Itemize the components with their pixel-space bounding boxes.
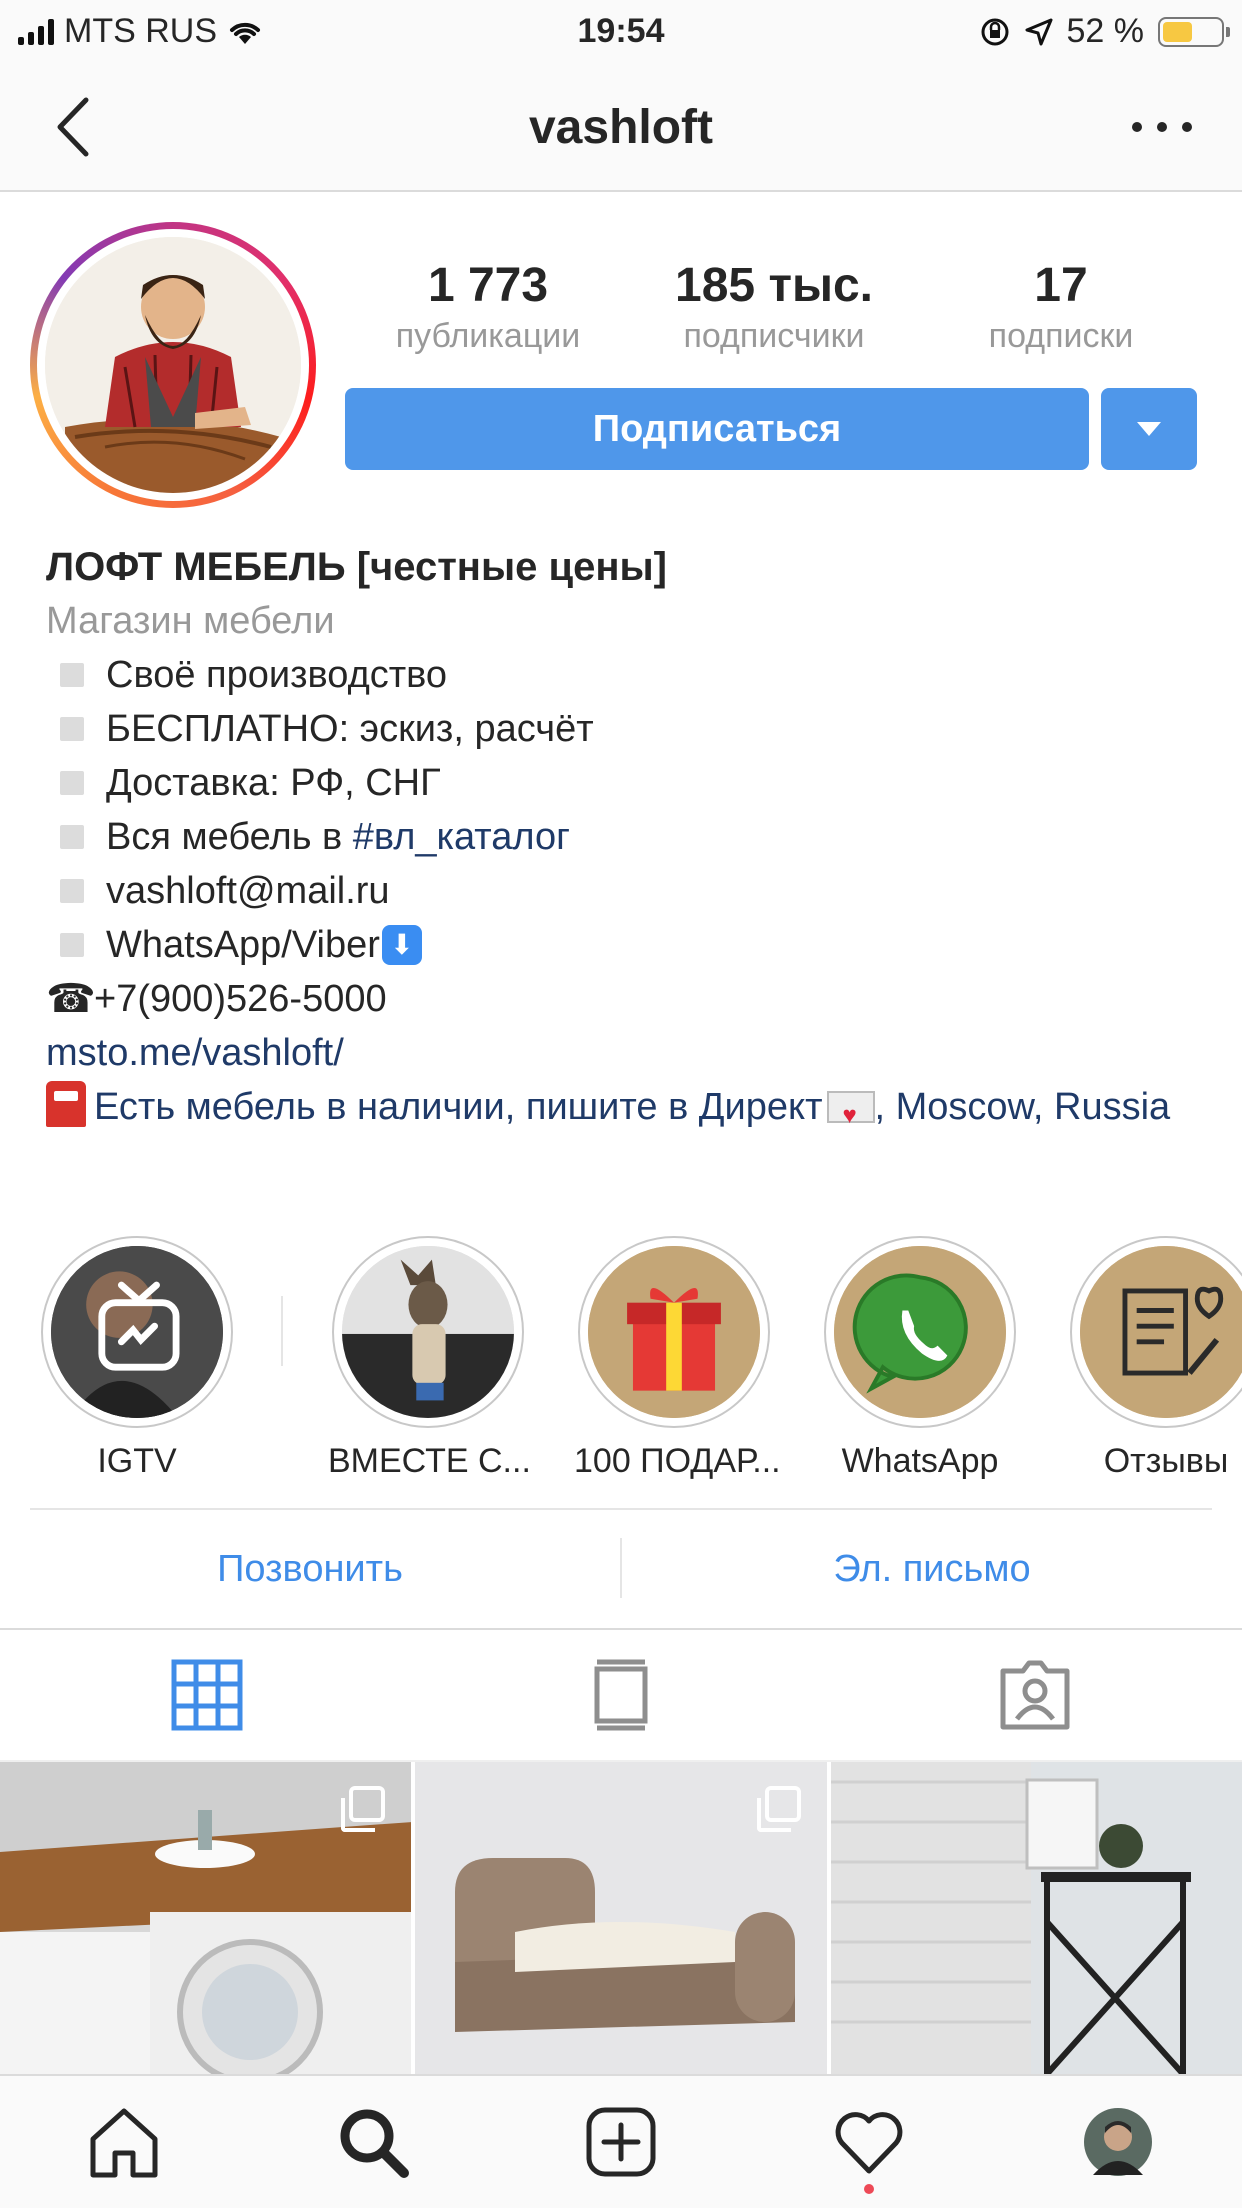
- followers-count: 185 тыс.: [675, 259, 873, 312]
- bio-text: WhatsApp/Viber: [106, 924, 380, 966]
- status-right: 52 %: [979, 12, 1230, 51]
- profile-bio: ЛОФТ МЕБЕЛЬ [честные цены] Магазин мебел…: [46, 540, 1216, 1143]
- add-post-icon: [586, 2107, 656, 2177]
- bio-line: ☎ +7(900)526-5000: [46, 972, 1216, 1026]
- bio-text: Вся мебель в: [106, 816, 353, 858]
- highlight-whatsapp[interactable]: WhatsApp: [820, 1236, 1020, 1481]
- location-text: Есть мебель в наличии, пишите в Директ: [94, 1086, 823, 1128]
- followers-label: подписчики: [683, 317, 865, 355]
- contact-buttons: Позвонить Эл. письмо: [0, 1510, 1242, 1628]
- whatsapp-icon: [834, 1246, 1006, 1418]
- stat-following[interactable]: 17 подписки: [917, 258, 1205, 356]
- tagged-icon: [1000, 1660, 1070, 1730]
- feed-icon: [594, 1659, 648, 1731]
- post-thumbnail[interactable]: [0, 1762, 412, 2074]
- post-thumbnail[interactable]: [830, 1762, 1242, 2074]
- highlight-reviews[interactable]: Отзывы: [1066, 1236, 1242, 1481]
- status-bar: MTS RUS 19:54 52 %: [0, 0, 1242, 62]
- location-arrow-icon: [1025, 18, 1052, 45]
- profile-stats: 1 773 публикации 185 тыс. подписчики 17 …: [345, 258, 1205, 356]
- email-button[interactable]: Эл. письмо: [622, 1510, 1242, 1628]
- following-count: 17: [1034, 259, 1088, 312]
- profile-avatar-ring[interactable]: [30, 222, 316, 508]
- phone-icon: ☎: [46, 977, 96, 1021]
- location-city: , Moscow, Russia: [874, 1086, 1171, 1128]
- bio-line: БЕСПЛАТНО: эскиз, расчёт: [46, 702, 1216, 756]
- nav-add-post[interactable]: [497, 2076, 745, 2208]
- grid-icon: [171, 1659, 243, 1731]
- highlight-igtv[interactable]: IGTV: [37, 1236, 237, 1481]
- profile-tabs: [0, 1628, 1242, 1762]
- display-name: ЛОФТ МЕБЕЛЬ [честные цены]: [46, 545, 667, 589]
- highlight-label: 100 ПОДАР...: [574, 1442, 781, 1480]
- location-link[interactable]: Есть мебель в наличии, пишите в Директ , …: [46, 1080, 1216, 1143]
- highlight-label: ВМЕСТЕ С...: [328, 1442, 531, 1480]
- home-icon: [90, 2108, 158, 2178]
- highlight-label: Отзывы: [1103, 1442, 1229, 1480]
- nav-search[interactable]: [248, 2076, 496, 2208]
- nav-activity[interactable]: [745, 2076, 993, 2208]
- category-label: Магазин мебели: [46, 600, 335, 642]
- profile-avatar: [45, 237, 301, 493]
- activity-heart-icon: [836, 2112, 903, 2174]
- search-icon: [340, 2109, 409, 2178]
- post-grid: [0, 1762, 1242, 2074]
- bio-email-text: vashloft@mail.ru: [106, 870, 390, 912]
- rotation-lock-icon: [981, 18, 1008, 45]
- highlight-gifts[interactable]: 100 ПОДАР...: [574, 1236, 781, 1481]
- stat-followers[interactable]: 185 тыс. подписчики: [631, 258, 917, 356]
- bio-line: vashloft@mail.ru: [46, 864, 1216, 918]
- tab-feed[interactable]: [414, 1630, 828, 1760]
- highlight-together[interactable]: ВМЕСТЕ С...: [328, 1236, 531, 1481]
- website-link[interactable]: msto.me/vashloft/: [46, 1026, 1216, 1080]
- bio-line: WhatsApp/Viber ⬇: [46, 918, 1216, 972]
- posts-label: публикации: [395, 317, 581, 355]
- console-table-photo: [830, 1762, 1242, 2074]
- story-highlights: IGTV ВМЕСТЕ С... 100 ПОДАР... WhatsApp О…: [0, 1236, 1242, 1480]
- multiple-photos-icon: [341, 1786, 386, 1832]
- profile-header: vashloft: [0, 62, 1242, 192]
- posts-count: 1 773: [427, 259, 549, 312]
- profile-avatar: [1083, 2108, 1152, 2176]
- bio-text: БЕСПЛАТНО: эскиз, расчёт: [106, 708, 594, 750]
- call-button[interactable]: Позвонить: [0, 1510, 620, 1628]
- reviews-icon: [1080, 1246, 1242, 1418]
- nav-home[interactable]: [0, 2076, 248, 2208]
- bio-line: Вся мебель в #вл_каталог: [46, 810, 1216, 864]
- gift-icon: [588, 1246, 760, 1418]
- bottom-nav: [0, 2074, 1242, 2208]
- suggested-accounts-button[interactable]: [1101, 388, 1197, 470]
- post-thumbnail[interactable]: [415, 1762, 827, 2074]
- battery-icon: [1158, 16, 1230, 47]
- bio-line: Доставка: РФ, СНГ: [46, 756, 1216, 810]
- stat-posts[interactable]: 1 773 публикации: [345, 258, 631, 356]
- multiple-photos-icon: [756, 1786, 801, 1832]
- moose-toy-icon: [342, 1246, 514, 1418]
- battery-percent: 52 %: [1066, 12, 1145, 50]
- bio-phone-text: +7(900)526-5000: [94, 978, 387, 1020]
- notification-dot: [864, 2184, 875, 2194]
- carpenter-logo-icon: [45, 237, 301, 493]
- mailbox-icon: [46, 1081, 86, 1127]
- nav-profile[interactable]: [994, 2076, 1242, 2208]
- down-arrow-icon: ⬇: [381, 925, 422, 965]
- ellipsis-icon[interactable]: [1132, 102, 1192, 152]
- tab-tagged[interactable]: [828, 1630, 1242, 1760]
- highlight-divider: [281, 1296, 283, 1366]
- highlight-label: IGTV: [97, 1442, 177, 1480]
- catalog-hashtag-link[interactable]: #вл_каталог: [353, 810, 570, 864]
- bio-line: Своё производство: [46, 648, 1216, 702]
- igtv-icon: [51, 1246, 223, 1418]
- tab-grid[interactable]: [0, 1630, 414, 1760]
- bio-text: Своё производство: [106, 654, 448, 696]
- bio-text: Доставка: РФ, СНГ: [106, 762, 441, 804]
- highlight-label: WhatsApp: [841, 1442, 999, 1480]
- username-title: vashloft: [528, 101, 714, 154]
- love-letter-icon: [826, 1089, 875, 1143]
- following-label: подписки: [988, 317, 1134, 355]
- follow-button[interactable]: Подписаться: [345, 388, 1089, 470]
